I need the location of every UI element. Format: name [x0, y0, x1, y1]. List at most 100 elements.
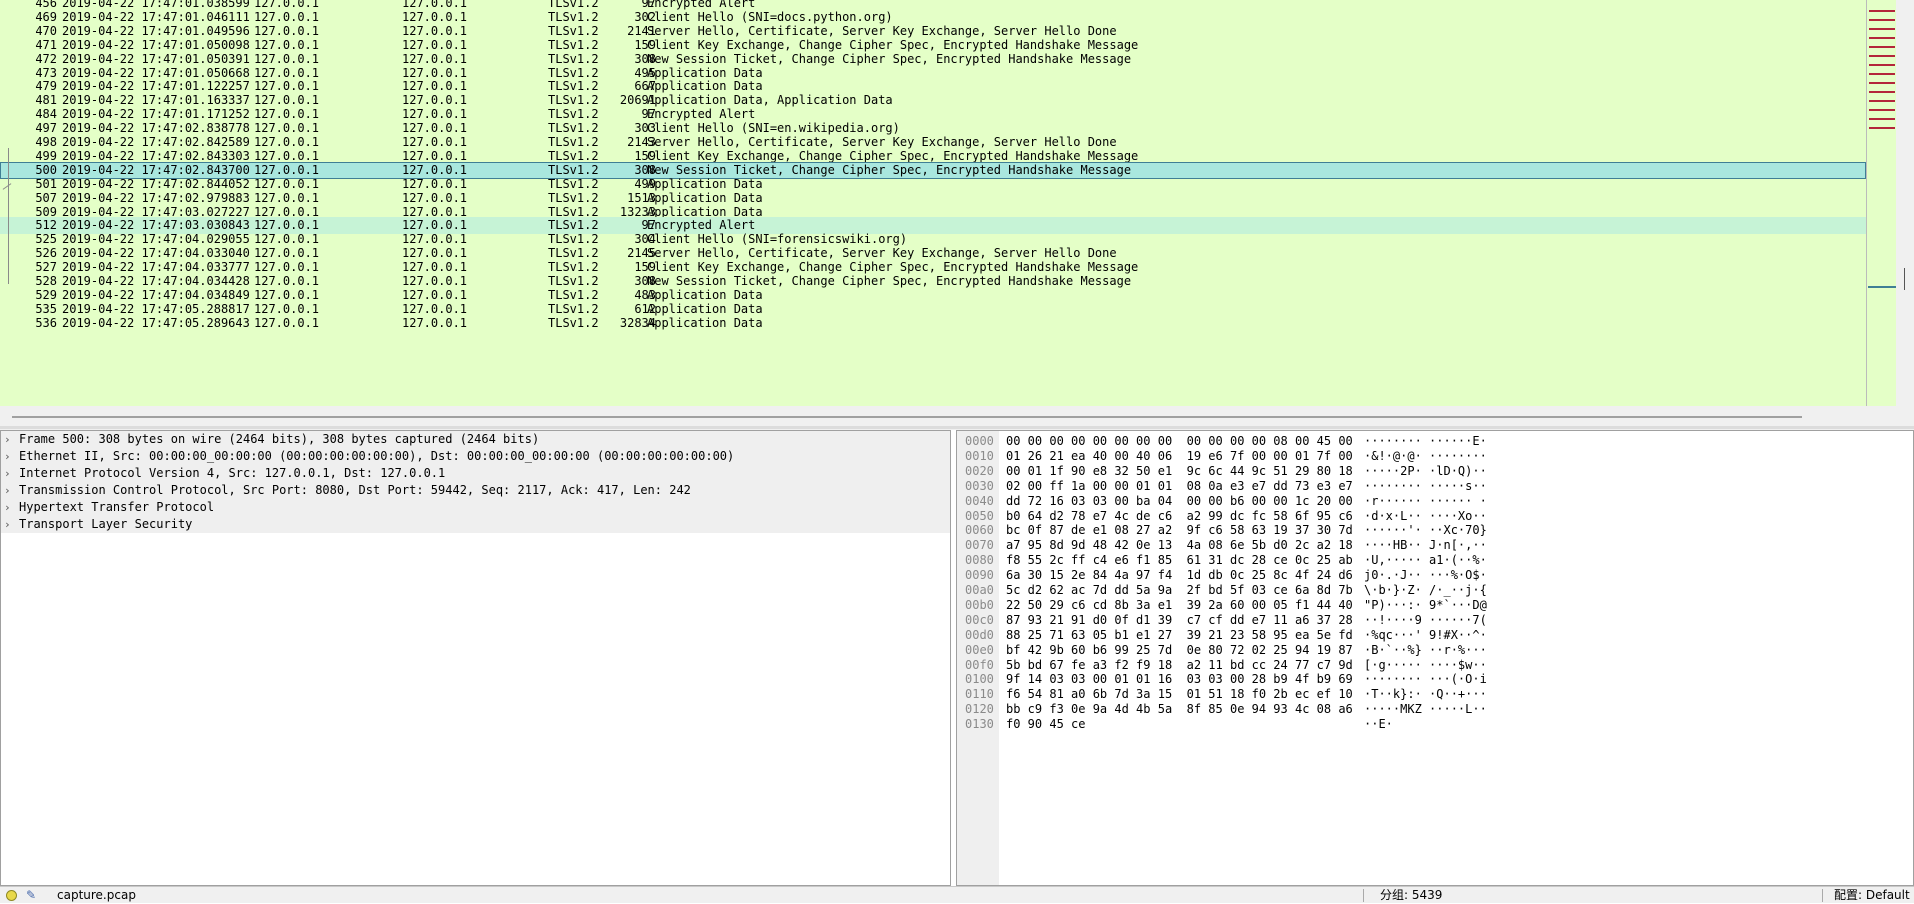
hex-offset: 0020: [965, 463, 994, 478]
hex-offset: 0040: [965, 493, 994, 508]
tree-item[interactable]: › Hypertext Transfer Protocol: [1, 499, 950, 516]
expand-arrow-icon[interactable]: ›: [4, 431, 11, 448]
minimap-mark: [1869, 73, 1895, 75]
edit-comment-icon[interactable]: ✎: [26, 887, 36, 904]
status-divider: [1822, 889, 1823, 902]
hex-ascii: "P)···:· 9*`···D@: [1364, 597, 1487, 612]
minimap-mark: [1869, 127, 1895, 129]
profile-label[interactable]: 配置: Default: [1834, 887, 1910, 904]
hex-ascii: ·T··k}:· ·Q··+···: [1364, 687, 1487, 702]
pane-splitter[interactable]: [0, 426, 1914, 429]
hex-offset: 00d0: [965, 627, 994, 642]
tree-item[interactable]: › Transmission Control Protocol, Src Port…: [1, 482, 950, 499]
hex-hex: 88 25 71 63 05 b1 e1 27 39 21 23 58 95 e…: [1006, 627, 1353, 642]
hex-hex: f6 54 81 a0 6b 7d 3a 15 01 51 18 f0 2b e…: [1006, 687, 1353, 702]
minimap-selected-mark: [1868, 286, 1896, 288]
expand-arrow-icon[interactable]: ›: [4, 482, 11, 499]
packet-list[interactable]: 456 2019-04-22 17:47:01.038599 127.0.0.1 12…: [0, 0, 1866, 406]
vertical-scrollbar[interactable]: [1896, 0, 1914, 406]
packet-row[interactable]: 536 2019-04-22 17:47:05.289643 127.0.0.1 12…: [0, 315, 1866, 332]
hex-offset: 0120: [965, 702, 994, 717]
hex-ascii: ·r······ ······ ·: [1364, 493, 1487, 508]
hex-ascii: ····HB·· J·n[·,··: [1364, 538, 1487, 553]
expand-arrow-icon[interactable]: ›: [4, 516, 11, 533]
hex-ascii: ········ ···(·O·i: [1364, 672, 1487, 687]
hex-hex: 00 00 00 00 00 00 00 00 00 00 00 00 08 0…: [1006, 434, 1353, 448]
hex-hex: 87 93 21 91 d0 0f d1 39 c7 cf dd e7 11 a…: [1006, 612, 1353, 627]
minimap-mark: [1869, 82, 1895, 84]
packet-dst: 127.0.0.1: [402, 315, 468, 330]
packet-details-tree[interactable]: › Frame 500: 308 bytes on wire (2464 bits…: [0, 430, 951, 886]
hex-hex: bb c9 f3 0e 9a 4d 4b 5a 8f 85 0e 94 93 4…: [1006, 702, 1353, 717]
tree-item-label: Frame 500: 308 bytes on wire (2464 bits)…: [19, 432, 540, 446]
hex-offset: 0060: [965, 523, 994, 538]
tree-item[interactable]: › Transport Layer Security: [1, 516, 950, 533]
expert-info-icon[interactable]: [6, 890, 17, 901]
hex-offset: 00a0: [965, 583, 994, 597]
packet-no: 536: [35, 315, 57, 330]
hex-hex: f8 55 2c ff c4 e6 f1 85 61 31 dc 28 ce 0…: [1006, 553, 1353, 568]
hex-offset: 0030: [965, 478, 994, 493]
expand-arrow-icon[interactable]: ›: [4, 499, 11, 516]
hex-offset: 00b0: [965, 597, 994, 612]
hex-hex: a7 95 8d 9d 48 42 0e 13 4a 08 6e 5b d0 2…: [1006, 538, 1353, 553]
minimap-mark: [1869, 100, 1895, 102]
hex-offset: 0000: [965, 434, 994, 448]
hex-hex: bf 42 9b 60 b6 99 25 7d 0e 80 72 02 25 9…: [1006, 642, 1353, 657]
capture-file-name: capture.pcap: [57, 888, 136, 902]
minimap-mark: [1869, 64, 1895, 66]
hex-offset: 00c0: [965, 612, 994, 627]
hex-hex: 5b bd 67 fe a3 f2 f9 18 a2 11 bd cc 24 7…: [1006, 657, 1353, 672]
hex-hex: 01 26 21 ea 40 00 40 06 19 e6 7f 00 00 0…: [1006, 448, 1353, 463]
tree-item[interactable]: › Frame 500: 308 bytes on wire (2464 bits…: [1, 431, 950, 448]
hex-hex: 9f 14 03 03 00 01 01 16 03 03 00 28 b9 4…: [1006, 672, 1353, 687]
tree-item-label: Transport Layer Security: [19, 517, 193, 531]
tree-item[interactable]: › Internet Protocol Version 4, Src: 127.0…: [1, 465, 950, 482]
horizontal-scrollbar-thumb[interactable]: [12, 416, 1802, 418]
tree-item[interactable]: › Ethernet II, Src: 00:00:00_00:00:00 (00…: [1, 448, 950, 465]
minimap-mark: [1869, 19, 1895, 21]
hex-offset: 0130: [965, 717, 994, 732]
hex-offset: 0010: [965, 448, 994, 463]
status-bar: ✎ capture.pcap 分组: 5439 配置: Default: [0, 886, 1914, 903]
hex-offset: 0050: [965, 508, 994, 523]
tree-item-label: Transmission Control Protocol, Src Port:…: [19, 483, 691, 497]
hex-ascii: [·g····· ····$w··: [1364, 657, 1487, 672]
minimap-mark: [1869, 46, 1895, 48]
packet-proto: TLSv1.2: [548, 315, 599, 330]
hex-offset: 0070: [965, 538, 994, 553]
hex-offset: 0080: [965, 553, 994, 568]
packet-bytes-pane[interactable]: 0000 00 00 00 00 00 00 00 00 00 00 00 00 …: [956, 430, 1914, 886]
hex-ascii: ·B·`··%} ··r·%···: [1364, 642, 1487, 657]
hex-ascii: ········ ·····s··: [1364, 478, 1487, 493]
hex-hex: 6a 30 15 2e 84 4a 97 f4 1d db 0c 25 8c 4…: [1006, 568, 1353, 583]
hex-offset: 0100: [965, 672, 994, 687]
hex-ascii: ·&!·@·@· ········: [1364, 448, 1487, 463]
minimap-mark: [1869, 37, 1895, 39]
tree-item-label: Ethernet II, Src: 00:00:00_00:00:00 (00:…: [19, 449, 735, 463]
minimap-mark: [1869, 109, 1895, 111]
related-packet-line: [8, 148, 9, 284]
packet-minimap[interactable]: [1866, 0, 1896, 406]
hex-hex: dd 72 16 03 03 00 ba 04 00 00 b6 00 00 1…: [1006, 493, 1353, 508]
expand-arrow-icon[interactable]: ›: [4, 448, 11, 465]
tree-item-label: Internet Protocol Version 4, Src: 127.0.…: [19, 466, 446, 480]
minimap-mark: [1869, 28, 1895, 30]
hex-ascii: ·····MKZ ·····L··: [1364, 702, 1487, 717]
hex-hex: f0 90 45 ce: [1006, 717, 1086, 732]
hex-ascii: ········ ······E·: [1364, 434, 1487, 448]
minimap-mark: [1869, 55, 1895, 57]
packet-info: Application Data: [647, 315, 763, 330]
vertical-scrollbar-thumb[interactable]: [1904, 268, 1905, 290]
expand-arrow-icon[interactable]: ›: [4, 465, 11, 482]
hex-ascii: \·b·}·Z· /·_··j·{: [1364, 583, 1487, 597]
packet-time: 2019-04-22 17:47:05.289643: [62, 315, 250, 330]
hex-hex: 00 01 1f 90 e8 32 50 e1 9c 6c 44 9c 51 2…: [1006, 463, 1353, 478]
packet-src: 127.0.0.1: [254, 315, 320, 330]
hex-offset: 00f0: [965, 657, 994, 672]
hex-hex: b0 64 d2 78 e7 4c de c6 a2 99 dc fc 58 6…: [1006, 508, 1353, 523]
hex-ascii: ·····2P· ·lD·Q)··: [1364, 463, 1487, 478]
hex-ascii: ·d·x·L·· ····Xo··: [1364, 508, 1487, 523]
minimap-mark: [1869, 10, 1895, 12]
hex-ascii: ··E·: [1364, 717, 1393, 732]
